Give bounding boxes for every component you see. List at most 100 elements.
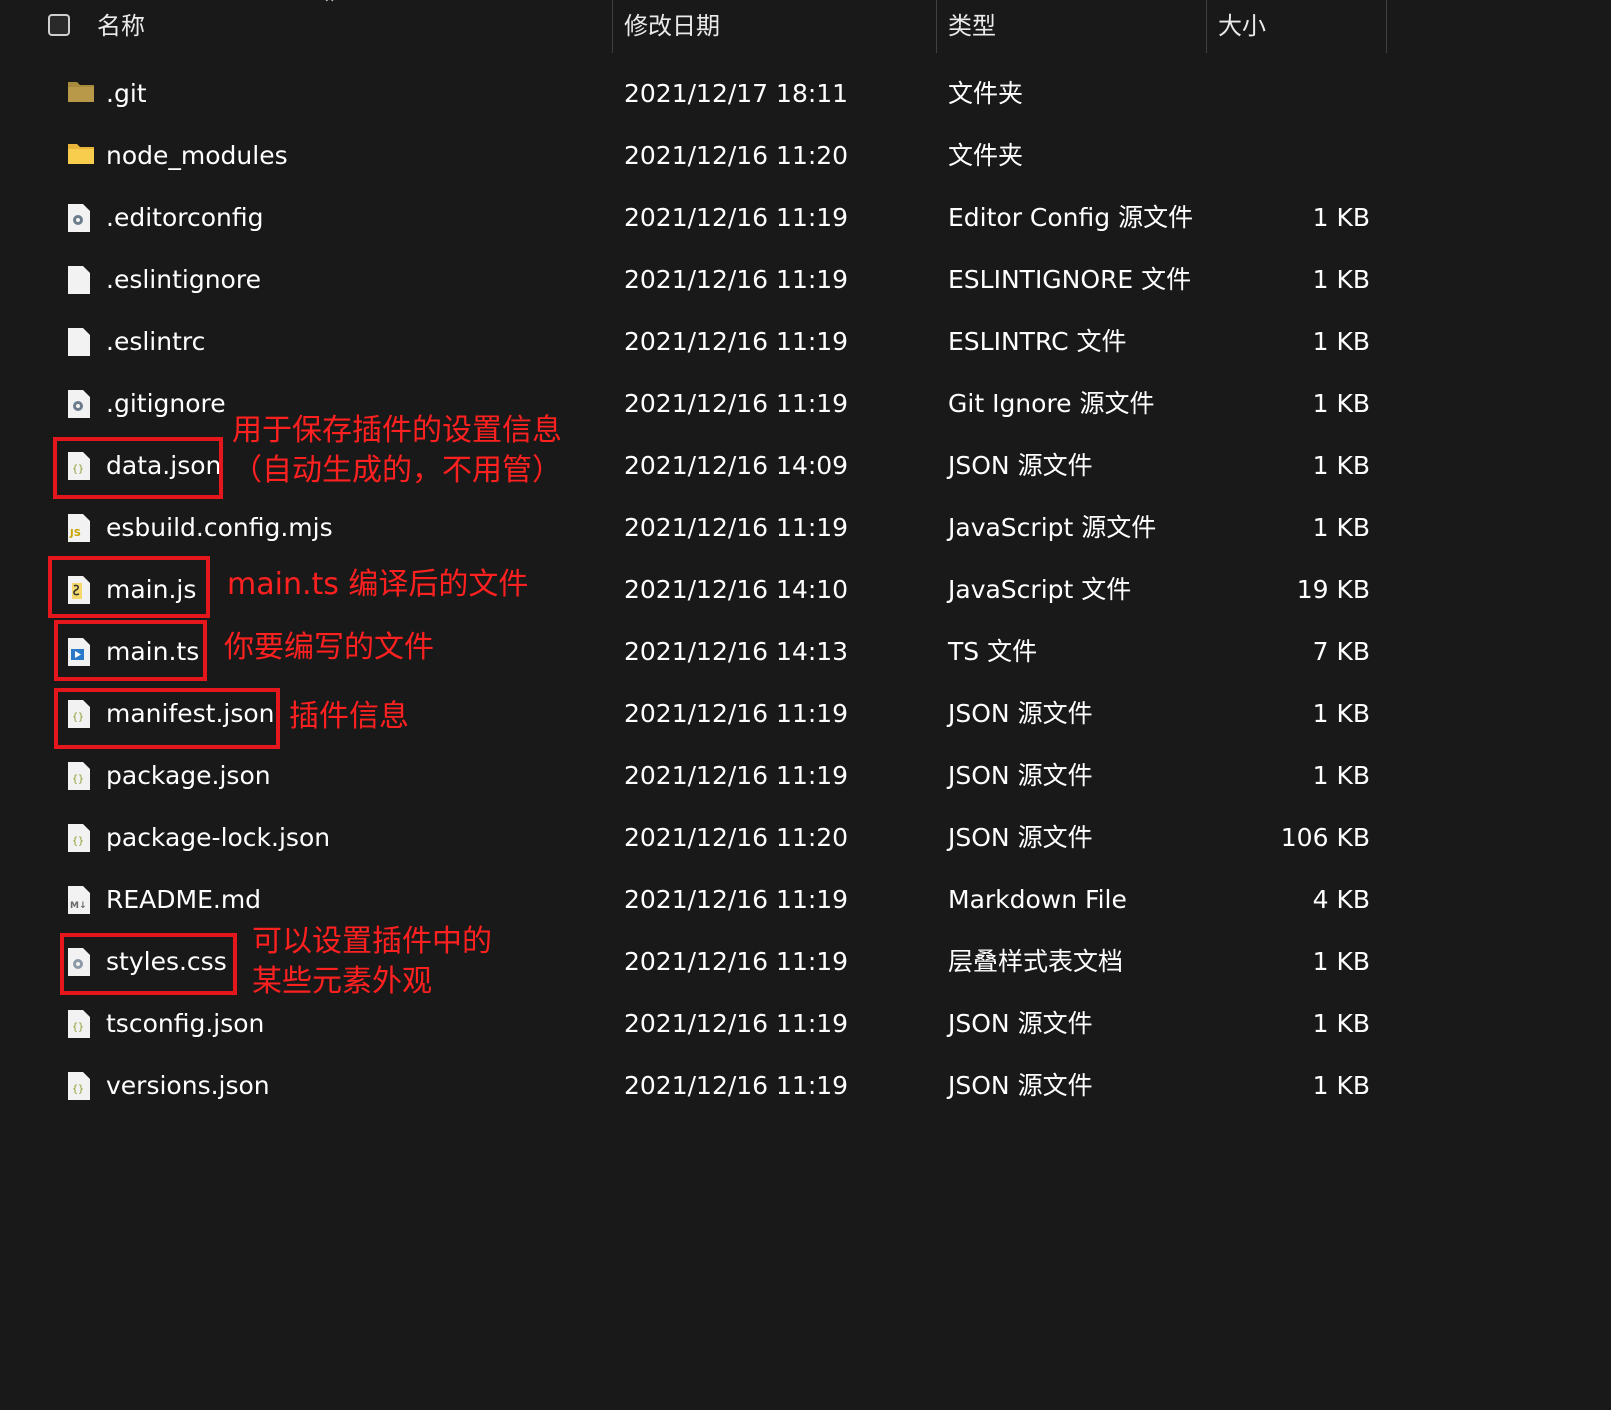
file-type: JSON 源文件: [948, 823, 1093, 852]
file-size: 1 KB: [1312, 761, 1370, 790]
file-row[interactable]: .eslintrc 2021/12/16 11:19 ESLINTRC 文件 1…: [0, 311, 1400, 373]
file-name: .git: [106, 79, 147, 108]
file-name: .editorconfig: [106, 203, 264, 232]
file-type: Git Ignore 源文件: [948, 389, 1155, 418]
markdown-file-icon: M↓: [67, 885, 93, 915]
file-row[interactable]: JS esbuild.config.mjs 2021/12/16 11:19 J…: [0, 497, 1400, 559]
file-row[interactable]: M↓ README.md 2021/12/16 11:19 Markdown F…: [0, 869, 1400, 931]
highlight-box-data-json: [53, 437, 223, 499]
file-size: 1 KB: [1312, 265, 1370, 294]
svg-text:M↓: M↓: [70, 901, 87, 911]
file-date: 2021/12/16 14:09: [624, 451, 849, 480]
column-size-header[interactable]: 大小: [1218, 0, 1266, 53]
json-file-icon: {}: [67, 761, 93, 791]
file-date: 2021/12/16 11:19: [624, 203, 849, 232]
file-type: Markdown File: [948, 885, 1127, 914]
blank-file-icon: [67, 327, 93, 357]
file-row[interactable]: .git 2021/12/17 18:11 文件夹: [0, 63, 1400, 125]
file-name: node_modules: [106, 141, 288, 170]
svg-text:{}: {}: [72, 774, 84, 785]
file-name: .gitignore: [106, 389, 226, 418]
file-size: 1 KB: [1312, 947, 1370, 976]
file-row[interactable]: node_modules 2021/12/16 11:20 文件夹: [0, 125, 1400, 187]
file-size: [1210, 63, 1370, 125]
file-type: 层叠样式表文档: [948, 947, 1124, 976]
file-size: 1 KB: [1312, 1009, 1370, 1038]
annotation-main-ts: 你要编写的文件: [224, 630, 434, 665]
file-row[interactable]: main.js 2021/12/16 14:10 JavaScript 文件 1…: [0, 559, 1400, 621]
column-divider[interactable]: [1386, 0, 1387, 53]
file-type: JSON 源文件: [948, 761, 1093, 790]
highlight-box-styles-css: [60, 933, 237, 995]
annotation-manifest-json: 插件信息: [289, 699, 409, 734]
json-file-icon: {}: [67, 823, 93, 853]
file-date: 2021/12/17 18:11: [624, 79, 849, 108]
file-type: JSON 源文件: [948, 699, 1093, 728]
file-type: JSON 源文件: [948, 1009, 1093, 1038]
folder-icon: [67, 79, 94, 109]
file-date: 2021/12/16 11:19: [624, 265, 849, 294]
folder-icon: [67, 141, 94, 171]
file-date: 2021/12/16 11:19: [624, 699, 849, 728]
file-size: 106 KB: [1280, 823, 1370, 852]
file-date: 2021/12/16 11:20: [624, 141, 849, 170]
file-row[interactable]: main.ts 2021/12/16 14:13 TS 文件 7 KB: [0, 621, 1400, 683]
file-row[interactable]: .eslintignore 2021/12/16 11:19 ESLINTIGN…: [0, 249, 1400, 311]
svg-text:{}: {}: [72, 1022, 84, 1033]
file-type: 文件夹: [948, 79, 1024, 108]
file-name: README.md: [106, 885, 262, 914]
file-size: 1 KB: [1312, 451, 1370, 480]
file-type: JSON 源文件: [948, 451, 1093, 480]
file-type: 文件夹: [948, 141, 1024, 170]
file-size: [1210, 125, 1370, 187]
config-file-icon: [67, 389, 93, 419]
json-file-icon: {}: [67, 1071, 93, 1101]
file-date: 2021/12/16 11:19: [624, 885, 849, 914]
file-type: ESLINTRC 文件: [948, 327, 1127, 356]
file-type: ESLINTIGNORE 文件: [948, 265, 1192, 294]
file-row[interactable]: .gitignore 2021/12/16 11:19 Git Ignore 源…: [0, 373, 1400, 435]
file-date: 2021/12/16 14:10: [624, 575, 849, 604]
highlight-box-manifest-json: [54, 688, 280, 749]
file-name: .eslintrc: [106, 327, 206, 356]
file-row[interactable]: {} versions.json 2021/12/16 11:19 JSON 源…: [0, 1055, 1400, 1117]
file-size: 1 KB: [1312, 513, 1370, 542]
annotation-main-js: main.ts 编译后的文件: [227, 567, 529, 602]
sort-ascending-icon: ⌃: [322, 0, 338, 15]
column-type-header[interactable]: 类型: [948, 0, 996, 53]
json-file-icon: {}: [67, 1009, 93, 1039]
column-date-header[interactable]: 修改日期: [624, 0, 720, 53]
annotation-line: 用于保存插件的设置信息: [232, 413, 562, 448]
file-row[interactable]: {} package-lock.json 2021/12/16 11:20 JS…: [0, 807, 1400, 869]
file-name: versions.json: [106, 1071, 270, 1100]
file-name: .eslintignore: [106, 265, 261, 294]
file-name: package.json: [106, 761, 271, 790]
annotation-line: 某些元素外观: [252, 964, 432, 999]
column-divider[interactable]: [936, 0, 937, 53]
file-size: 4 KB: [1312, 885, 1370, 914]
file-type: TS 文件: [948, 637, 1038, 666]
file-date: 2021/12/16 11:19: [624, 947, 849, 976]
config-file-icon: [67, 203, 93, 233]
file-size: 7 KB: [1312, 637, 1370, 666]
file-size: 1 KB: [1312, 327, 1370, 356]
file-size: 1 KB: [1312, 699, 1370, 728]
select-all-checkbox[interactable]: [48, 14, 70, 36]
file-date: 2021/12/16 11:20: [624, 823, 849, 852]
file-name: package-lock.json: [106, 823, 331, 852]
file-name: tsconfig.json: [106, 1009, 265, 1038]
column-divider[interactable]: [612, 0, 613, 53]
svg-text:JS: JS: [69, 528, 81, 539]
file-type: Editor Config 源文件: [948, 203, 1194, 232]
file-date: 2021/12/16 11:19: [624, 1071, 849, 1100]
file-type: JavaScript 源文件: [948, 513, 1157, 542]
annotation-data-json: 用于保存插件的设置信息 （自动生成的，不用管）: [232, 411, 562, 491]
column-name-header[interactable]: 名称: [97, 0, 145, 53]
svg-text:{}: {}: [72, 1084, 84, 1095]
file-row[interactable]: {} package.json 2021/12/16 11:19 JSON 源文…: [0, 745, 1400, 807]
file-date: 2021/12/16 11:19: [624, 327, 849, 356]
file-row[interactable]: {} tsconfig.json 2021/12/16 11:19 JSON 源…: [0, 993, 1400, 1055]
file-row[interactable]: .editorconfig 2021/12/16 11:19 Editor Co…: [0, 187, 1400, 249]
column-divider[interactable]: [1206, 0, 1207, 53]
file-size: 19 KB: [1296, 575, 1370, 604]
